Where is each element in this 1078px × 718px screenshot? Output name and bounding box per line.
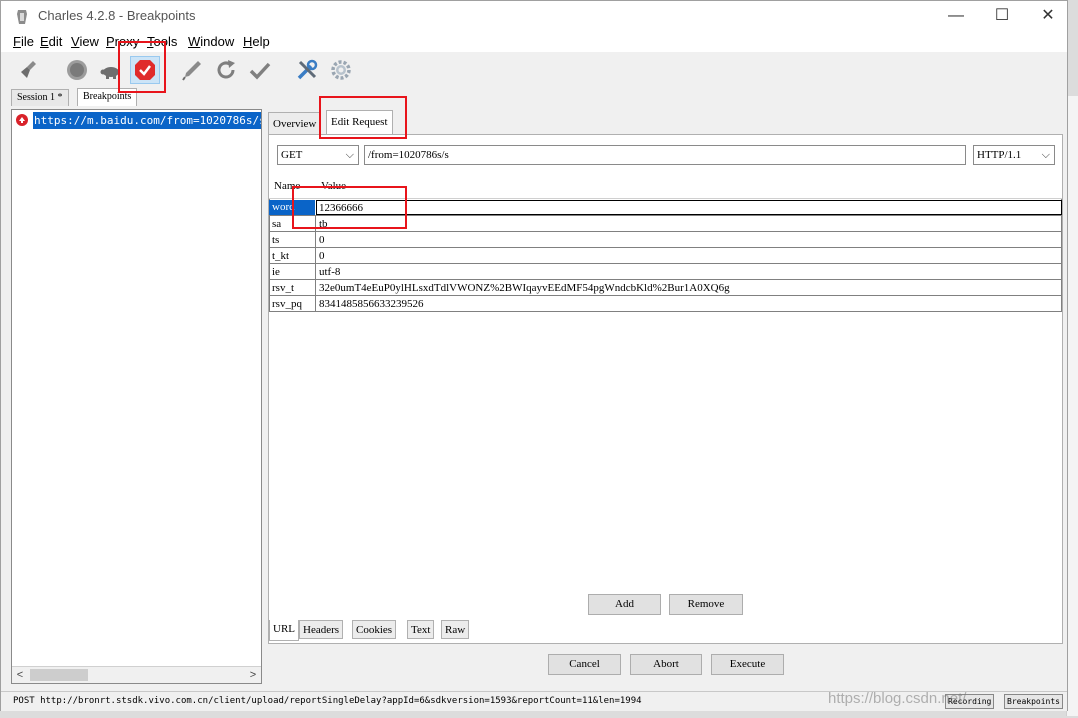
menu-edit[interactable]: Edit <box>40 34 62 49</box>
annotation-highlight <box>118 41 166 93</box>
param-name[interactable]: ie <box>272 265 280 279</box>
add-button[interactable]: Add <box>588 594 661 615</box>
tab-cookies[interactable]: Cookies <box>352 620 397 639</box>
remove-button[interactable]: Remove <box>669 594 743 615</box>
clear-session-button[interactable] <box>15 56 45 84</box>
tools-button[interactable] <box>292 56 322 84</box>
param-name[interactable]: rsv_t <box>272 281 294 295</box>
scroll-left-icon[interactable]: < <box>12 667 28 683</box>
maximize-button[interactable]: ☐ <box>979 4 1025 28</box>
request-tree: https://m.baidu.com/from=1020786s/s?wo <… <box>11 109 262 684</box>
tick-icon <box>249 62 271 80</box>
param-value[interactable]: 0 <box>319 233 325 247</box>
param-name[interactable]: rsv_pq <box>272 297 302 311</box>
param-value[interactable]: 0 <box>319 249 325 263</box>
settings-button[interactable] <box>326 56 356 84</box>
tab-raw[interactable]: Raw <box>441 620 470 639</box>
path-input[interactable]: /from=1020786s/s <box>364 145 966 165</box>
refresh-icon <box>217 60 235 79</box>
breakpoint-request-icon <box>16 114 28 126</box>
tree-item[interactable]: https://m.baidu.com/from=1020786s/s?wo <box>14 112 261 129</box>
execute-button[interactable]: Execute <box>711 654 784 675</box>
protocol-select[interactable]: HTTP/1.1 ⌵ <box>973 145 1055 165</box>
scrollbar-thumb[interactable] <box>30 669 88 681</box>
method-select[interactable]: GET ⌵ <box>277 145 359 165</box>
tab-overview[interactable]: Overview <box>268 112 322 134</box>
table-row[interactable]: ie utf-8 <box>269 264 1062 280</box>
menu-help[interactable]: Help <box>243 34 270 49</box>
table-row[interactable]: ts 0 <box>269 232 1062 248</box>
menu-window[interactable]: Window <box>188 34 234 49</box>
table-row[interactable]: t_kt 0 <box>269 248 1062 264</box>
compose-button[interactable] <box>177 56 207 84</box>
minimize-button[interactable]: — <box>933 4 979 28</box>
param-name[interactable]: sa <box>272 217 281 231</box>
param-value[interactable]: 8341485856633239526 <box>319 297 424 311</box>
param-value-editor[interactable] <box>316 200 1062 215</box>
annotation-highlight <box>292 186 407 229</box>
close-button[interactable]: ✕ <box>1025 4 1071 28</box>
status-text: POST http://bronrt.stsdk.vivo.com.cn/cli… <box>13 696 642 706</box>
tools-icon <box>297 59 318 80</box>
pen-icon <box>182 61 201 81</box>
chevron-down-icon: ⌵ <box>345 149 354 161</box>
settings-gear-icon <box>331 60 351 80</box>
close-icon: ✕ <box>1041 7 1055 24</box>
table-row[interactable]: rsv_t 32e0umT4eEuP0ylHLsxdTdlVWONZ%2BWIq… <box>269 280 1062 296</box>
cancel-button[interactable]: Cancel <box>548 654 621 675</box>
watermark: https://blog.csdn.net/ <box>828 690 967 707</box>
abort-button[interactable]: Abort <box>630 654 702 675</box>
record-button[interactable] <box>62 56 92 84</box>
repeat-button[interactable] <box>211 56 241 84</box>
scroll-right-icon[interactable]: > <box>245 667 261 683</box>
tab-session-1[interactable]: Session 1 * <box>11 89 69 106</box>
tab-url[interactable]: URL <box>269 620 299 641</box>
param-name[interactable]: t_kt <box>272 249 289 263</box>
maximize-icon: ☐ <box>994 7 1010 24</box>
minimize-icon: — <box>948 7 964 24</box>
param-name[interactable]: ts <box>272 233 279 247</box>
charles-logo-icon <box>17 10 27 24</box>
tree-item-url: https://m.baidu.com/from=1020786s/s?wo <box>33 112 261 129</box>
annotation-highlight <box>319 96 407 139</box>
charles-window: Charles 4.2.8 - Breakpoints — ☐ ✕ File E… <box>0 0 1068 711</box>
broom-icon <box>21 61 36 78</box>
chevron-down-icon: ⌵ <box>1041 149 1050 161</box>
breakpoints-status-button[interactable]: Breakpoints <box>1004 694 1063 709</box>
horizontal-scrollbar[interactable]: < > <box>12 666 261 683</box>
param-value[interactable]: utf-8 <box>319 265 340 279</box>
tab-text[interactable]: Text <box>407 620 435 639</box>
record-icon <box>67 60 87 80</box>
menu-view[interactable]: View <box>71 34 99 49</box>
tab-headers[interactable]: Headers <box>299 620 344 639</box>
table-row[interactable]: rsv_pq 8341485856633239526 <box>269 296 1062 312</box>
menu-file[interactable]: File <box>13 34 34 49</box>
validate-button[interactable] <box>245 56 275 84</box>
window-title: Charles 4.2.8 - Breakpoints <box>38 8 196 23</box>
title-bar: Charles 4.2.8 - Breakpoints — ☐ ✕ <box>1 1 1067 32</box>
param-value[interactable]: 32e0umT4eEuP0ylHLsxdTdlVWONZ%2BWIqayvEEd… <box>319 281 730 295</box>
